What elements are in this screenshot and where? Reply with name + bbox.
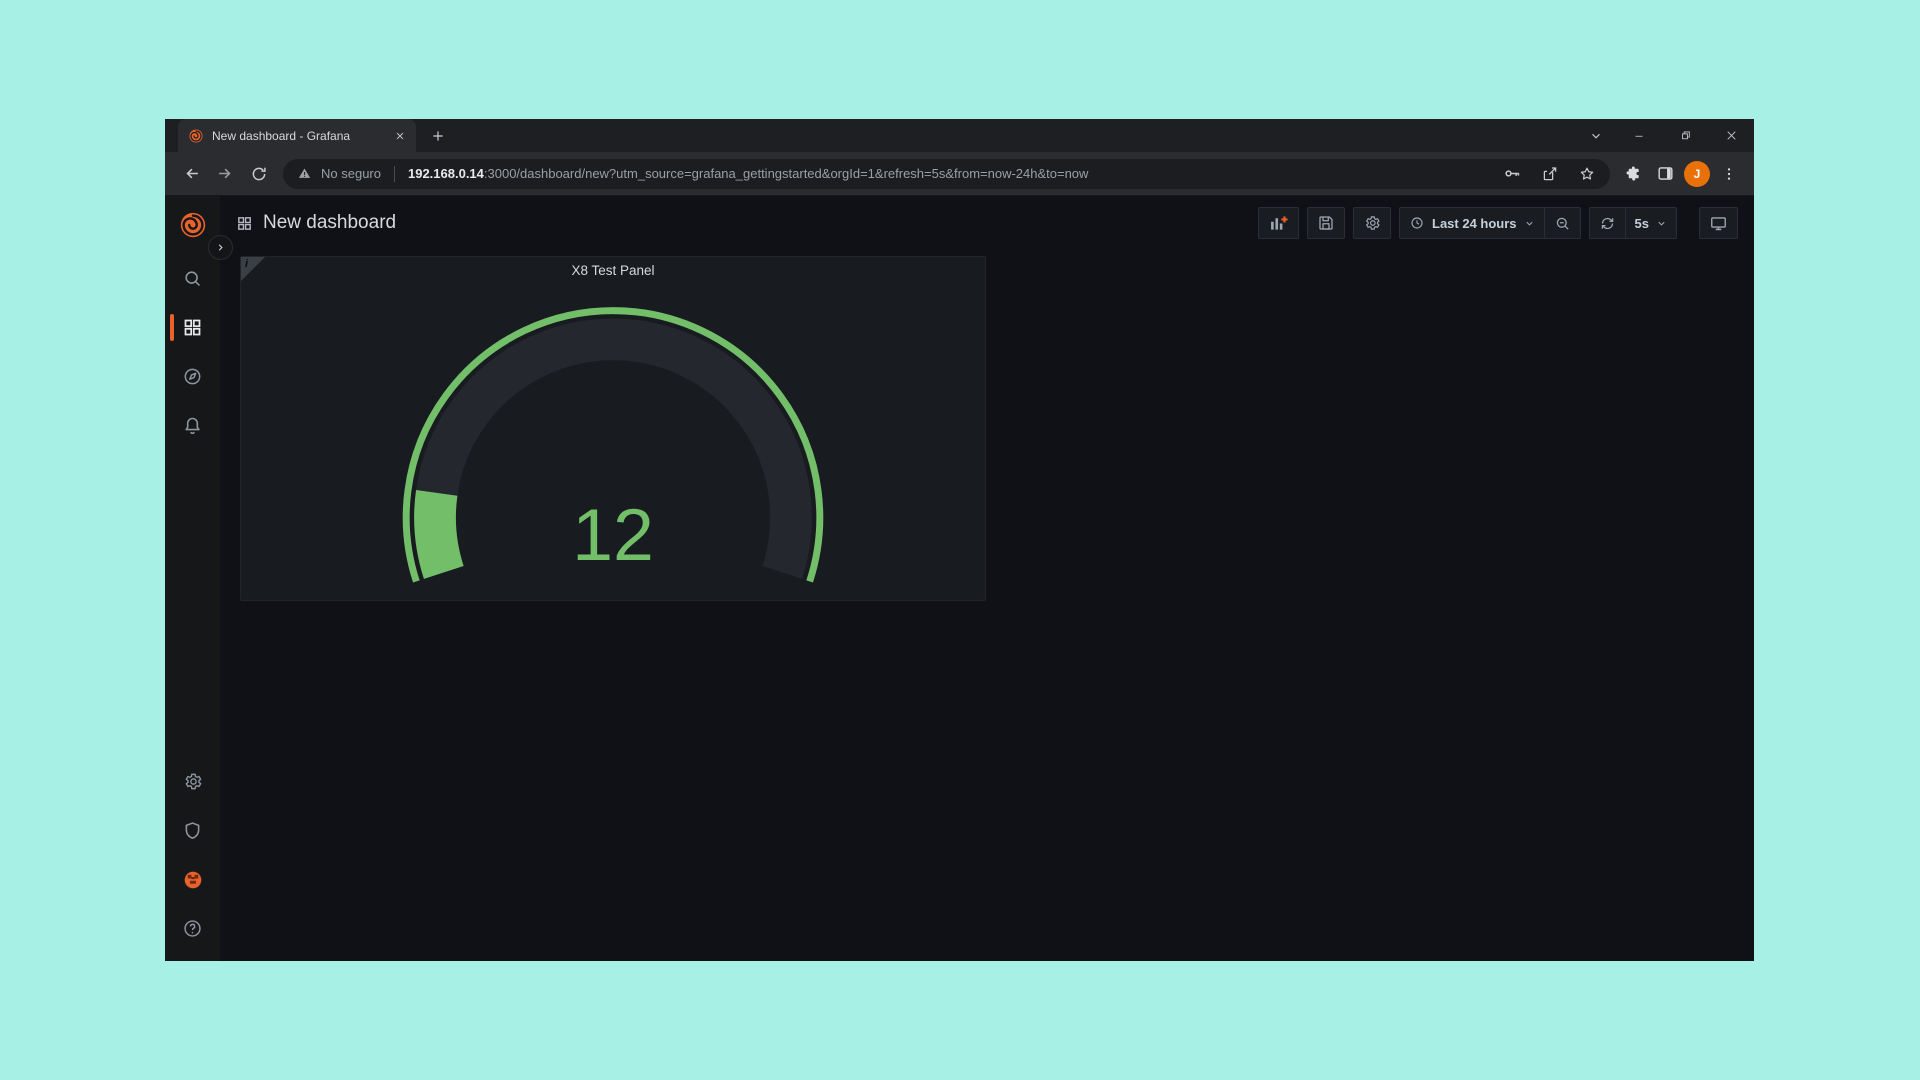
cycle-view-mode-button[interactable] <box>1699 207 1738 239</box>
bookmark-star-icon[interactable] <box>1578 165 1596 183</box>
time-range-picker[interactable]: Last 24 hours <box>1399 207 1545 239</box>
security-label: No seguro <box>321 166 381 181</box>
dashboard-canvas: i X8 Test Panel 12 <box>220 250 1754 961</box>
page-title: New dashboard <box>263 212 396 234</box>
sidebar-item-server-admin[interactable] <box>165 806 220 855</box>
sidebar-expand-button[interactable] <box>208 235 233 260</box>
grafana-app: New dashboard <box>165 196 1754 961</box>
panel-info-icon: i <box>245 258 248 270</box>
sidebar-item-explore[interactable] <box>165 352 220 401</box>
browser-menu-dots-icon[interactable] <box>1714 159 1744 189</box>
tab-close-icon[interactable] <box>392 128 408 144</box>
refresh-group: 5s <box>1589 207 1677 239</box>
url-text[interactable]: 192.168.0.14:3000/dashboard/new?utm_sour… <box>408 166 1484 181</box>
dashboard-header: New dashboard <box>220 196 1754 250</box>
zoom-out-time-button[interactable] <box>1544 207 1581 239</box>
url-host: 192.168.0.14 <box>408 166 484 181</box>
profile-avatar[interactable]: J <box>1684 161 1710 187</box>
gauge-value-text: 12 <box>572 493 654 576</box>
sidebar-item-user-avatar[interactable] <box>165 855 220 904</box>
grafana-favicon <box>188 128 204 144</box>
add-panel-button[interactable] <box>1258 207 1299 239</box>
url-divider <box>394 166 395 182</box>
security-warning-icon[interactable] <box>297 166 312 181</box>
chevron-down-icon <box>1524 218 1535 229</box>
tab-title: New dashboard - Grafana <box>212 129 384 143</box>
refresh-interval-label: 5s <box>1635 216 1649 231</box>
side-panel-icon[interactable] <box>1650 159 1680 189</box>
browser-tab-strip: New dashboard - Grafana <box>165 119 1754 152</box>
sidebar-item-configuration[interactable] <box>165 757 220 806</box>
window-controls <box>1576 119 1754 152</box>
chevron-down-icon <box>1656 218 1667 229</box>
panel-title[interactable]: X8 Test Panel <box>241 257 985 285</box>
sidebar-item-help[interactable] <box>165 904 220 953</box>
sidebar-item-dashboards[interactable] <box>165 303 220 352</box>
grafana-main: New dashboard <box>220 196 1754 961</box>
gauge-value-arc <box>435 493 444 573</box>
browser-toolbar: No seguro 192.168.0.14:3000/dashboard/ne… <box>165 152 1754 196</box>
time-picker-group: Last 24 hours <box>1399 207 1581 239</box>
close-window-button[interactable] <box>1708 119 1754 152</box>
grafana-sidebar <box>165 196 220 961</box>
browser-window: New dashboard - Grafana <box>165 119 1754 961</box>
password-key-icon[interactable] <box>1503 164 1522 183</box>
new-tab-button[interactable] <box>424 122 452 150</box>
gauge-chart: 12 <box>241 257 985 600</box>
reload-button[interactable] <box>243 158 275 190</box>
forward-button[interactable] <box>209 158 241 190</box>
address-bar[interactable]: No seguro 192.168.0.14:3000/dashboard/ne… <box>283 159 1610 189</box>
grafana-logo[interactable] <box>178 210 208 240</box>
restore-button[interactable] <box>1662 119 1708 152</box>
refresh-interval-picker[interactable]: 5s <box>1625 207 1677 239</box>
avatar-initial: J <box>1694 167 1701 181</box>
sidebar-item-search[interactable] <box>165 254 220 303</box>
share-icon[interactable] <box>1541 165 1559 183</box>
sidebar-item-alerting[interactable] <box>165 401 220 450</box>
dashboard-actions: Last 24 hours <box>1258 207 1738 239</box>
back-button[interactable] <box>175 158 207 190</box>
browser-tab[interactable]: New dashboard - Grafana <box>178 119 416 152</box>
time-range-label: Last 24 hours <box>1432 216 1517 231</box>
dashboard-grid-icon <box>236 215 253 232</box>
refresh-button[interactable] <box>1589 207 1626 239</box>
save-dashboard-button[interactable] <box>1307 207 1345 239</box>
panel-info-corner[interactable]: i <box>241 257 265 281</box>
dashboard-settings-button[interactable] <box>1353 207 1391 239</box>
url-path: :3000/dashboard/new?utm_source=grafana_g… <box>484 166 1089 181</box>
extensions-puzzle-icon[interactable] <box>1618 159 1648 189</box>
minimize-button[interactable] <box>1616 119 1662 152</box>
gauge-panel: i X8 Test Panel 12 <box>240 256 986 601</box>
tab-search-chevron-icon[interactable] <box>1576 119 1616 152</box>
